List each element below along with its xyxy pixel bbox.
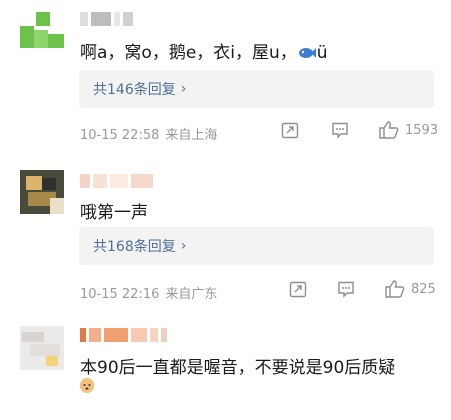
location: 来自广东 [165,287,218,302]
like-count: 1593 [405,122,439,138]
view-replies-button[interactable]: 共168条回复 › [79,227,434,265]
avatar[interactable] [20,326,64,370]
like-icon[interactable] [378,120,400,140]
comment-text: 哦第一声 [80,203,148,223]
reply-count-label: 共168条回复 [93,239,176,255]
like-icon[interactable] [384,279,406,299]
avatar[interactable] [20,8,64,52]
username-blurred[interactable] [80,328,167,342]
username-blurred[interactable] [80,12,133,26]
comment-icon[interactable] [336,279,356,299]
fish-emoji-icon [298,48,316,58]
like-count: 825 [411,281,436,297]
username-blurred[interactable] [80,174,153,188]
avatar[interactable] [20,170,64,214]
timestamp: 10-15 22:16 [80,287,160,302]
timestamp: 10-15 22:58 [80,128,160,143]
comment-text: 本90后一直都是喔音，不要说是90后质疑 [80,358,396,378]
chevron-right-icon: › [180,81,187,97]
comment-actions: 1593 [280,120,438,140]
comment-icon[interactable] [330,120,350,140]
comment-meta: 10-15 22:16 来自广东 [80,283,217,302]
comment-text: 啊a，窝o，鹅e，衣i，屋u， ü [80,43,328,63]
comment-meta: 10-15 22:58 来自上海 [80,124,217,143]
share-icon[interactable] [288,279,308,299]
dog-emoji-icon [80,378,94,393]
share-icon[interactable] [280,120,300,140]
location: 来自上海 [165,128,218,143]
view-replies-button[interactable]: 共146条回复 › [79,70,434,108]
chevron-right-icon: › [180,238,187,254]
comment-actions: 825 [280,279,436,299]
reply-count-label: 共146条回复 [93,82,176,98]
